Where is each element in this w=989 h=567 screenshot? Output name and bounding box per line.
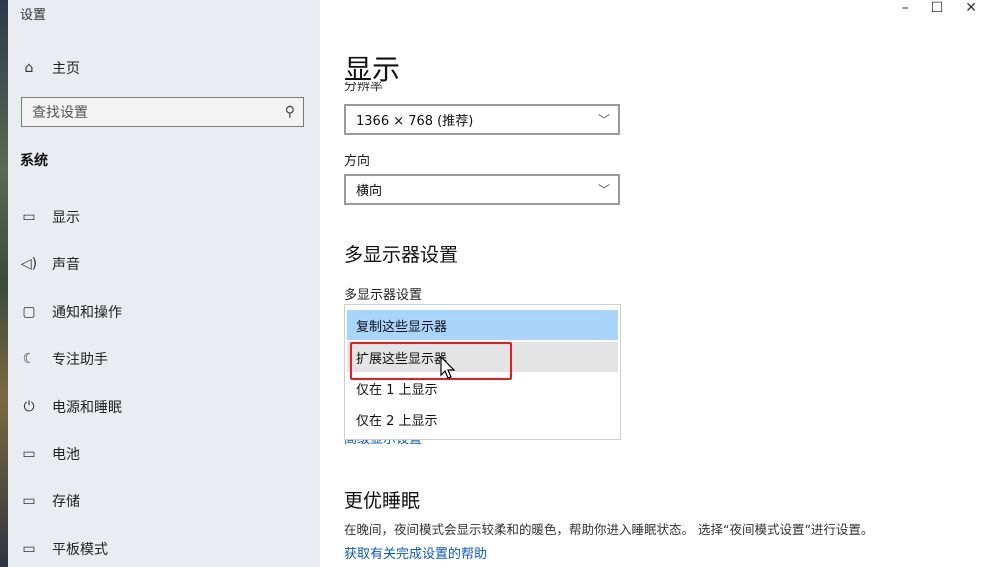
sidebar-item-label: 声音 xyxy=(52,257,80,273)
battery-icon: ▭ xyxy=(22,446,36,462)
search-placeholder: 查找设置 xyxy=(32,105,88,121)
orientation-value: 横向 xyxy=(356,184,383,199)
sidebar-item-storage[interactable]: ▭ 存储 xyxy=(18,487,308,515)
window-controls: – ☐ ✕ xyxy=(902,0,977,16)
home-icon: ⌂ xyxy=(24,60,34,76)
close-button[interactable]: ✕ xyxy=(965,0,977,16)
moon-icon: ☾ xyxy=(22,351,36,367)
chevron-down-icon: ﹀ xyxy=(597,113,610,127)
search-box[interactable]: 查找设置 ⚲ xyxy=(21,97,304,127)
sidebar-item-notifications[interactable]: ▢ 通知和操作 xyxy=(18,298,308,326)
search-icon[interactable]: ⚲ xyxy=(285,104,295,120)
chevron-down-icon: ﹀ xyxy=(597,183,610,197)
mouse-cursor-icon xyxy=(440,356,456,379)
resolution-label: 分辨率 xyxy=(344,82,384,92)
option-show-only-2[interactable]: 仅在 2 上显示 xyxy=(347,404,618,434)
sidebar-item-label: 通知和操作 xyxy=(52,305,122,321)
resolution-dropdown[interactable]: 1366 × 768 (推荐) ﹀ xyxy=(344,104,620,135)
sidebar-item-label: 显示 xyxy=(52,210,80,226)
multi-display-heading: 多显示器设置 xyxy=(344,244,459,266)
tablet-icon: ▭ xyxy=(22,541,36,557)
night-light-description: 在晚间，夜间模式会显示较柔和的暖色，帮助你进入睡眠状态。 选择“夜间模式设置”进… xyxy=(344,522,874,537)
sidebar-home[interactable]: ⌂ 主页 xyxy=(18,56,80,80)
storage-icon: ▭ xyxy=(22,493,36,509)
sidebar-item-label: 平板模式 xyxy=(52,542,108,558)
sidebar-item-tablet-mode[interactable]: ▭ 平板模式 xyxy=(18,535,308,563)
option-duplicate[interactable]: 复制这些显示器 xyxy=(347,310,618,340)
desktop-background xyxy=(0,0,8,567)
sidebar-item-label: 存储 xyxy=(52,494,80,510)
sidebar-item-focus-assist[interactable]: ☾ 专注助手 xyxy=(18,345,308,373)
section-heading: 系统 xyxy=(20,153,48,169)
sidebar-item-label: 专注助手 xyxy=(52,352,108,368)
minimize-button[interactable]: – xyxy=(902,0,909,16)
multi-display-label: 多显示器设置 xyxy=(344,288,423,303)
orientation-dropdown[interactable]: 横向 ﹀ xyxy=(344,174,620,205)
monitor-icon: ▭ xyxy=(22,209,36,225)
sidebar-item-label: 电源和睡眠 xyxy=(52,400,122,416)
sidebar-item-label: 电池 xyxy=(52,447,80,463)
sidebar-item-display[interactable]: ▭ 显示 xyxy=(18,203,308,231)
app-title: 设置 xyxy=(20,8,47,23)
power-icon: ⏻ xyxy=(23,399,35,415)
help-link[interactable]: 获取有关完成设置的帮助 xyxy=(344,543,487,562)
sidebar-item-sound[interactable]: ◁) 声音 xyxy=(18,250,308,278)
sidebar-item-battery[interactable]: ▭ 电池 xyxy=(18,440,308,468)
orientation-label: 方向 xyxy=(344,154,371,169)
resolution-value: 1366 × 768 (推荐) xyxy=(356,114,474,129)
home-label: 主页 xyxy=(52,61,80,77)
sidebar-item-power-sleep[interactable]: ⏻ 电源和睡眠 xyxy=(18,393,308,421)
sidebar: 设置 ⌂ 主页 查找设置 ⚲ 系统 ▭ 显示 ◁) 声音 ▢ 通知和操作 ☾ 专… xyxy=(8,0,320,567)
night-light-heading: 更优睡眠 xyxy=(344,490,421,512)
speaker-icon: ◁) xyxy=(20,256,38,272)
main-panel: – ☐ ✕ 显示 分辨率 1366 × 768 (推荐) ﹀ 方向 横向 ﹀ 多… xyxy=(320,0,989,567)
annotation-highlight-box xyxy=(350,342,512,380)
notification-icon: ▢ xyxy=(22,304,36,320)
maximize-button[interactable]: ☐ xyxy=(931,0,944,16)
